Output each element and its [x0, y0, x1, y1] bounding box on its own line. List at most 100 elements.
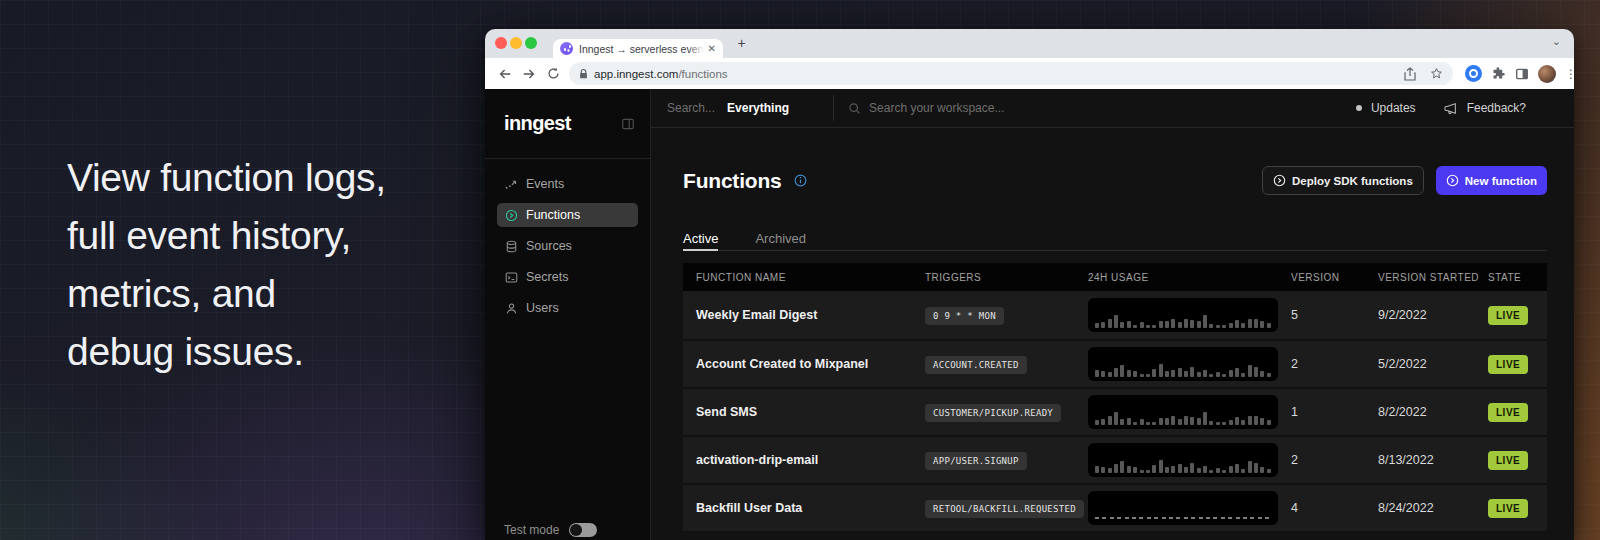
usage-sparkline [1088, 347, 1278, 381]
url-host: app.inngest.com [594, 68, 678, 80]
col-function-name: FUNCTION NAME [683, 272, 925, 283]
table-row[interactable]: Send SMS CUSTOMER/PICKUP.READY 1 8/2/202… [683, 387, 1547, 435]
new-function-icon [1446, 174, 1459, 187]
updates-dot-icon [1356, 105, 1362, 111]
tab-archived[interactable]: Archived [755, 231, 806, 251]
close-window-button[interactable] [495, 37, 507, 49]
browser-menu-icon[interactable]: ⋮ [1565, 67, 1574, 81]
test-mode-label: Test mode [504, 523, 559, 537]
browser-tabstrip: Inngest → serverless event-dri ✕ + ⌄ [485, 29, 1574, 58]
back-button[interactable] [493, 67, 517, 81]
feedback-megaphone-icon [1444, 102, 1458, 115]
sidebar-item-label: Secrets [526, 270, 568, 284]
state-badge: LIVE [1488, 499, 1528, 518]
url-path: /functions [678, 68, 727, 80]
col-version-started: VERSION STARTED [1378, 272, 1488, 283]
main-panel: Search... Everything Search your workspa… [651, 89, 1574, 540]
col-version: VERSION [1291, 272, 1378, 283]
page-title: Functions [683, 169, 782, 193]
test-mode-row: Test mode [485, 523, 650, 540]
usage-sparkline [1088, 395, 1278, 429]
version-started-value: 8/2/2022 [1378, 405, 1488, 419]
deploy-sdk-functions-button[interactable]: Deploy SDK functions [1262, 166, 1424, 195]
function-name: activation-drip-email [683, 453, 925, 467]
search-icon [848, 102, 861, 115]
browser-toolbar: app.inngest.com/functions ⋮ [485, 58, 1574, 89]
new-tab-button[interactable]: + [732, 34, 751, 53]
functions-table: FUNCTION NAME TRIGGERS 24H USAGE VERSION… [683, 263, 1547, 531]
tab-search-chevron-icon[interactable]: ⌄ [1552, 35, 1561, 48]
lock-icon [579, 68, 588, 80]
reload-button[interactable] [541, 67, 565, 80]
share-icon[interactable] [1404, 67, 1416, 81]
feedback-link[interactable]: Feedback? [1467, 101, 1526, 115]
users-icon [505, 302, 518, 315]
state-badge: LIVE [1488, 355, 1528, 374]
sidebar-item-sources[interactable]: Sources [497, 234, 638, 258]
state-badge: LIVE [1488, 451, 1528, 470]
deploy-button-label: Deploy SDK functions [1292, 175, 1413, 187]
sidebar-item-events[interactable]: Events [497, 172, 638, 196]
profile-avatar[interactable] [1538, 65, 1556, 83]
table-row[interactable]: Account Created to Mixpanel ACCOUNT.CREA… [683, 339, 1547, 387]
sidebar-item-label: Functions [526, 208, 580, 222]
secrets-icon [505, 271, 518, 284]
trigger-badge: RETOOL/BACKFILL.REQUESTED [925, 500, 1084, 518]
functions-page: Functions Deploy SDK functions New funct… [651, 128, 1574, 540]
events-icon [505, 178, 518, 191]
version-started-value: 8/24/2022 [1378, 501, 1488, 515]
minimize-window-button[interactable] [510, 37, 522, 49]
version-value: 2 [1291, 357, 1378, 371]
search-scope[interactable]: Everything [727, 101, 789, 115]
version-started-value: 8/13/2022 [1378, 453, 1488, 467]
browser-window: Inngest → serverless event-dri ✕ + ⌄ app… [485, 29, 1574, 540]
hero-line: metrics, and [67, 265, 386, 323]
trigger-badge: 0 9 * * MON [925, 307, 1004, 325]
forward-button[interactable] [517, 67, 541, 81]
workspace-search-input[interactable]: Search your workspace... [869, 101, 1004, 115]
address-bar[interactable]: app.inngest.com/functions [569, 62, 1453, 85]
deploy-icon [1273, 174, 1286, 187]
topbar-divider [833, 95, 834, 121]
table-row[interactable]: activation-drip-email APP/USER.SIGNUP 2 … [683, 435, 1547, 483]
hero-line: debug issues. [67, 323, 386, 381]
col-24h-usage: 24H USAGE [1088, 272, 1291, 283]
version-value: 1 [1291, 405, 1378, 419]
tab-close-icon[interactable]: ✕ [708, 43, 716, 54]
sidebar-nav: Events Functions Sources Secrets Users [485, 159, 650, 327]
workspace-topbar: Search... Everything Search your workspa… [651, 89, 1574, 128]
sources-icon [505, 240, 518, 253]
collapse-sidebar-icon[interactable] [621, 117, 635, 131]
sidebar-item-label: Sources [526, 239, 572, 253]
tab-active[interactable]: Active [683, 231, 718, 251]
sidebar-item-label: Events [526, 177, 564, 191]
functions-icon [505, 209, 518, 222]
browser-tab[interactable]: Inngest → serverless event-dri ✕ [553, 39, 723, 58]
table-row[interactable]: Weekly Email Digest 0 9 * * MON 5 9/2/20… [683, 291, 1547, 339]
sidebar-item-functions[interactable]: Functions [497, 203, 638, 227]
new-function-button[interactable]: New function [1436, 166, 1547, 195]
updates-link[interactable]: Updates [1371, 101, 1416, 115]
trigger-badge: CUSTOMER/PICKUP.READY [925, 404, 1061, 422]
inngest-favicon [560, 42, 573, 55]
zoom-window-button[interactable] [525, 37, 537, 49]
test-mode-toggle[interactable] [569, 523, 597, 537]
hero-line: View function logs, [67, 149, 386, 207]
col-state: STATE [1488, 272, 1547, 283]
trigger-badge: ACCOUNT.CREATED [925, 356, 1027, 374]
sidebar-item-secrets[interactable]: Secrets [497, 265, 638, 289]
hero-headline: View function logs, full event history, … [67, 149, 386, 381]
info-icon[interactable] [794, 174, 807, 187]
version-value: 5 [1291, 308, 1378, 322]
1password-extension-icon[interactable] [1465, 65, 1482, 82]
search-label[interactable]: Search... [667, 101, 715, 115]
hero-line: full event history, [67, 207, 386, 265]
state-badge: LIVE [1488, 306, 1528, 325]
new-function-button-label: New function [1465, 175, 1537, 187]
sidebar-item-users[interactable]: Users [497, 296, 638, 320]
bookmark-star-icon[interactable] [1430, 67, 1443, 80]
table-row[interactable]: Backfill User Data RETOOL/BACKFILL.REQUE… [683, 483, 1547, 531]
version-started-value: 5/2/2022 [1378, 357, 1488, 371]
extensions-puzzle-icon[interactable] [1491, 66, 1506, 81]
side-panel-extension-icon[interactable] [1515, 67, 1529, 81]
